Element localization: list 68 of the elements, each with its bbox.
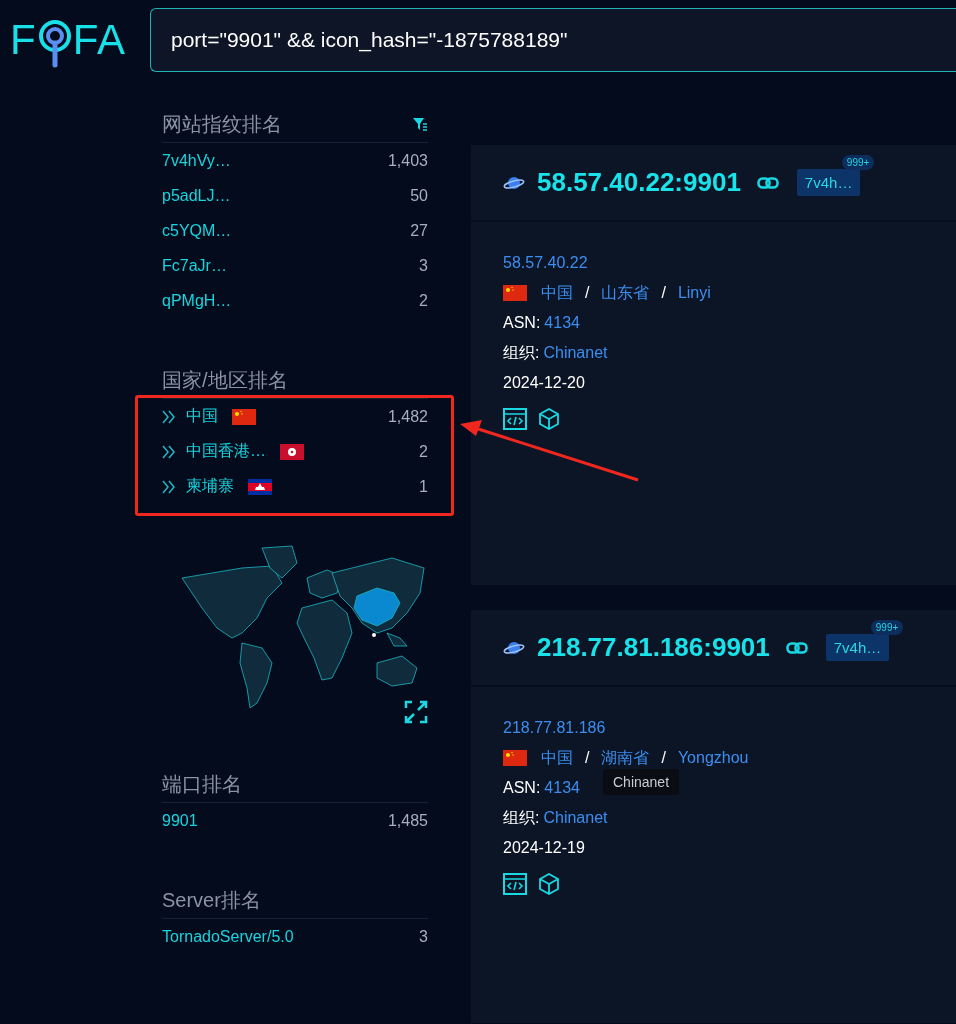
tooltip: Chinanet — [603, 769, 680, 795]
asn-link[interactable]: 4134 — [544, 779, 580, 797]
count-badge: 999+ — [841, 155, 875, 170]
count-text: 2 — [419, 442, 428, 461]
separator-text: / — [661, 749, 666, 767]
section-title: 网站指纹排名 — [162, 111, 282, 137]
count-text: 1,403 — [387, 151, 428, 170]
location-link[interactable]: 湖南省 — [601, 747, 650, 769]
location-link[interactable]: 中国 — [541, 747, 573, 769]
count-text: 1,485 — [387, 811, 428, 830]
country-link[interactable]: 柬埔寨 — [186, 476, 234, 497]
count-text: 27 — [410, 221, 428, 240]
ip-link[interactable]: 58.57.40.22 — [503, 254, 588, 272]
ranking-link[interactable]: p5adLJ… — [162, 186, 231, 205]
ranking-link[interactable]: Fc7aJr… — [162, 256, 227, 275]
cube-icon[interactable] — [539, 873, 559, 895]
double-chevron-icon — [162, 409, 176, 424]
count-text: 1 — [419, 477, 428, 496]
section-title: 国家/地区排名 — [162, 367, 288, 393]
fingerprint-tag[interactable]: 7v4h… — [796, 169, 861, 196]
filter-icon[interactable] — [412, 116, 428, 132]
country-link[interactable]: 中国香港… — [186, 441, 266, 462]
location-link[interactable]: Yongzhou — [677, 749, 749, 767]
count-text: 3 — [419, 927, 428, 946]
asn-label: ASN: — [503, 314, 541, 332]
date-text: 2024-12-20 — [503, 374, 585, 392]
separator-text: / — [661, 284, 666, 302]
count-text: 3 — [419, 256, 428, 275]
code-icon[interactable] — [503, 408, 527, 430]
ranking-link[interactable]: TornadoServer/5.0 — [162, 927, 294, 946]
cube-icon[interactable] — [539, 408, 559, 430]
location-link[interactable]: 山东省 — [601, 282, 650, 304]
fingerprint-tag[interactable]: 7v4h… — [825, 634, 890, 661]
expand-icon[interactable] — [404, 700, 428, 724]
org-label: 组织: — [503, 807, 540, 828]
double-chevron-icon — [162, 479, 176, 494]
host-link[interactable]: 58.57.40.22:9901 — [537, 167, 741, 198]
separator-text: / — [585, 749, 590, 767]
magnifier-logo-icon — [36, 19, 73, 69]
code-icon[interactable] — [503, 873, 527, 895]
count-text: 1,482 — [387, 407, 428, 426]
link-icon[interactable] — [756, 176, 779, 189]
org-link[interactable]: Chinanet — [543, 809, 608, 827]
org-link[interactable]: Chinanet — [543, 344, 608, 362]
location-link[interactable]: Linyi — [677, 284, 711, 302]
separator-text: / — [585, 284, 590, 302]
ranking-link[interactable]: 9901 — [162, 811, 198, 830]
host-link[interactable]: 218.77.81.186:9901 — [537, 632, 770, 663]
date-text: 2024-12-19 — [503, 839, 585, 857]
asn-label: ASN: — [503, 779, 541, 797]
ranking-link[interactable]: qPMgH… — [162, 291, 232, 310]
count-text: 2 — [419, 291, 428, 310]
search-field[interactable]: port="9901" && icon_hash="-1875788189" — [150, 8, 956, 72]
org-label: 组织: — [503, 342, 540, 363]
ranking-link[interactable]: 7v4hVy… — [162, 151, 231, 170]
ranking-link[interactable]: c5YQM… — [162, 221, 232, 240]
logo-text: FA — [72, 19, 126, 61]
asn-link[interactable]: 4134 — [544, 314, 580, 332]
double-chevron-icon — [162, 444, 176, 459]
section-title: 端口排名 — [162, 771, 242, 797]
logo-text: F — [10, 19, 37, 61]
section-title: Server排名 — [162, 887, 261, 913]
location-link[interactable]: 中国 — [541, 282, 573, 304]
count-badge: 999+ — [870, 620, 904, 635]
country-link[interactable]: 中国 — [186, 406, 218, 427]
count-text: 50 — [410, 186, 428, 205]
ip-link[interactable]: 218.77.81.186 — [503, 719, 606, 737]
link-icon[interactable] — [785, 641, 808, 654]
